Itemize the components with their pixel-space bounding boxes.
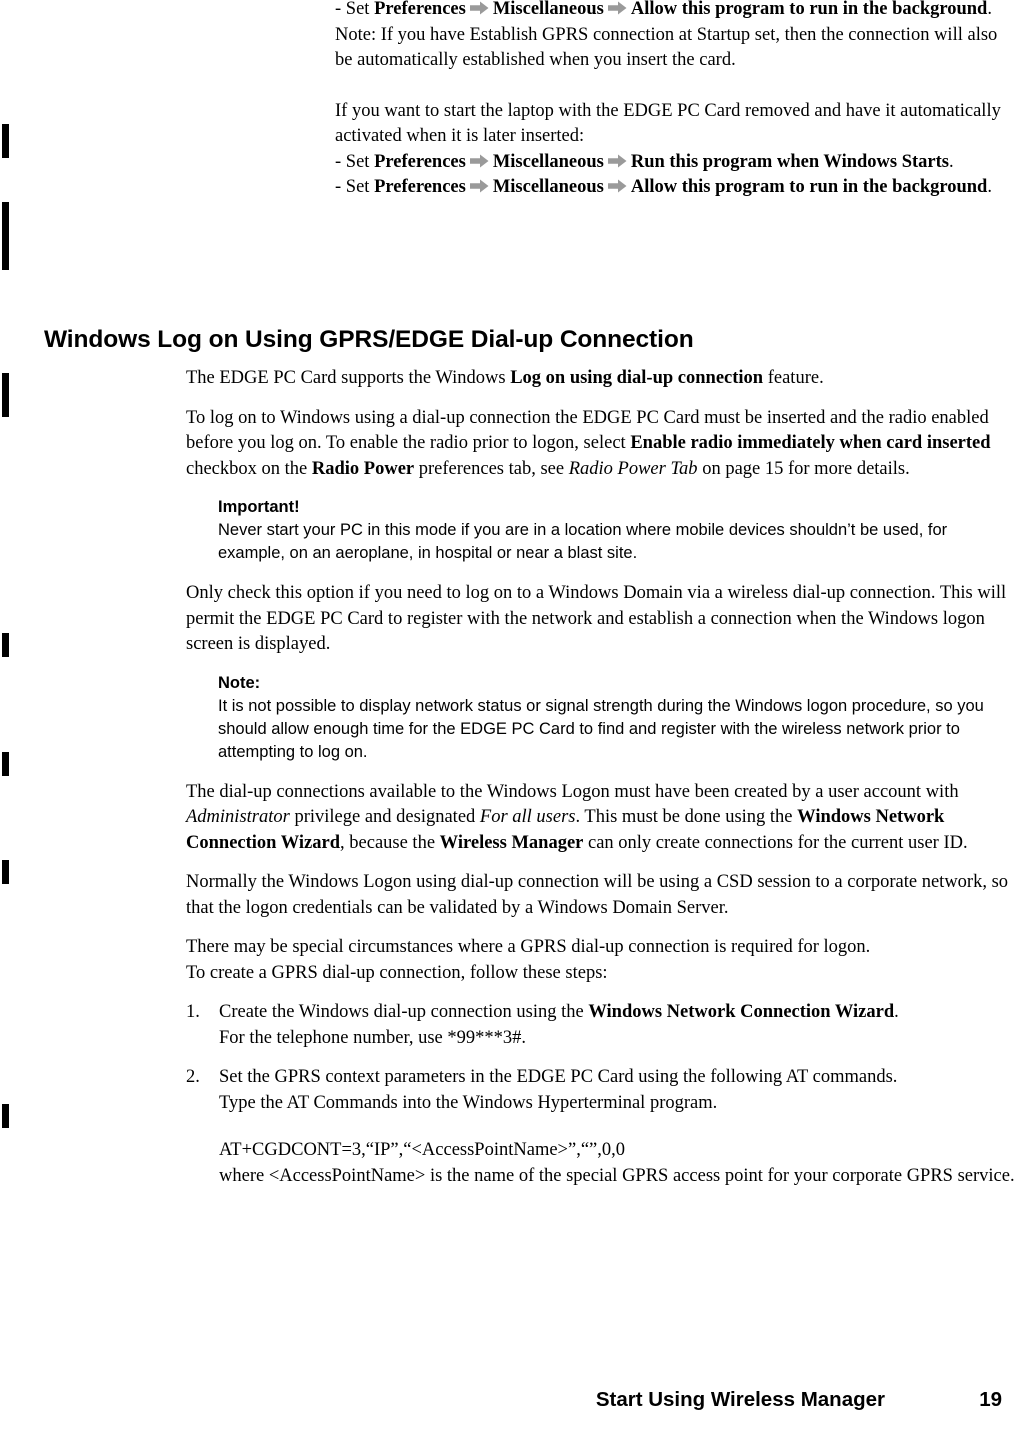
paragraph-supports-feature: The EDGE PC Card supports the Windows Lo… xyxy=(186,366,1016,392)
text-fragment: The dial-up connections available to the… xyxy=(186,781,959,802)
misc-label: Miscellaneous xyxy=(492,177,604,197)
document-page: - Set Preferences Miscellaneous Allow this… xyxy=(0,0,1016,1430)
set-prefix: - Set xyxy=(335,0,375,19)
text-fragment: can only create connections for the curr… xyxy=(583,832,968,853)
text-fragment: privilege and designated xyxy=(289,807,480,827)
misc-label: Miscellaneous xyxy=(492,0,604,19)
intro-para2-lead: If you want to start the laptop with the… xyxy=(335,100,1001,147)
tab-name: Radio Power xyxy=(311,458,415,479)
page-footer: Start Using Wireless Manager 19 xyxy=(0,1382,1016,1412)
intro-setting-line-2: - Set Preferences Miscellaneous Run this p… xyxy=(335,150,1015,176)
period: . xyxy=(949,151,954,172)
right-block-arrow-icon xyxy=(469,1,489,15)
paragraph-special-circumstances-line2: To create a GPRS dial-up connection, fol… xyxy=(186,962,608,983)
change-bar xyxy=(2,373,9,417)
text-fragment: checkbox on the xyxy=(186,458,312,479)
text-fragment: The EDGE PC Card supports the Windows xyxy=(186,368,511,388)
paragraph-enable-radio: To log on to Windows using a dial-up con… xyxy=(186,406,1016,483)
period: . xyxy=(987,0,992,19)
set-prefix: - Set xyxy=(335,151,375,172)
intro-note-line: Note: If you have Establish GPRS connect… xyxy=(335,24,998,71)
paragraph-special-circumstances-line1: There may be special circumstances where… xyxy=(186,937,871,957)
option-label: Allow this program to run in the backgro… xyxy=(630,177,988,197)
privilege-name: Administrator xyxy=(186,807,290,827)
footer-chapter-title: Start Using Wireless Manager xyxy=(595,1388,885,1411)
paragraph-csd-session: Normally the Windows Logon using dial-up… xyxy=(186,872,1009,918)
pref-label: Preferences xyxy=(374,177,466,197)
section-heading: Windows Log on Using GPRS/EDGE Dial-up C… xyxy=(44,326,694,354)
change-bar xyxy=(2,202,9,270)
cross-reference: Radio Power Tab xyxy=(568,458,698,479)
period: . xyxy=(987,177,992,197)
footer-page-number: 19 xyxy=(979,1388,1002,1411)
paragraph-only-check-option: Only check this option if you need to lo… xyxy=(186,583,1007,654)
pref-label: Preferences xyxy=(374,151,466,172)
at-command-line: AT+CGDCONT=3,“IP”,“<AccessPointName>”,“”… xyxy=(219,1140,625,1160)
checkbox-name: Enable radio immediately when card inser… xyxy=(630,433,991,453)
right-block-arrow-icon xyxy=(607,154,627,168)
list-item: 2. Set the GPRS context parameters in th… xyxy=(186,1065,1016,1189)
text-fragment: , because the xyxy=(340,832,440,853)
feature-name: Log on using dial-up connection xyxy=(510,368,764,388)
right-block-arrow-icon xyxy=(469,154,489,168)
app-name: Wireless Manager xyxy=(439,832,584,853)
change-bar xyxy=(2,752,9,776)
intro-block: - Set Preferences Miscellaneous Allow this… xyxy=(335,0,1015,201)
designation-name: For all users xyxy=(479,807,576,827)
right-block-arrow-icon xyxy=(607,179,627,193)
important-callout-text: Never start your PC in this mode if you … xyxy=(218,521,948,562)
change-bar xyxy=(2,1104,9,1128)
paragraph-dialup-connections: The dial-up connections available to the… xyxy=(186,780,1016,857)
text-fragment: preferences tab, see xyxy=(414,458,569,479)
text-fragment: . xyxy=(894,1002,899,1022)
intro-setting-line-1: - Set Preferences Miscellaneous Allow this… xyxy=(335,0,1015,23)
option-label: Run this program when Windows Starts xyxy=(630,151,949,172)
important-callout-title: Important! xyxy=(218,498,300,516)
change-bar xyxy=(2,124,9,158)
text-fragment: Create the Windows dial-up connection us… xyxy=(219,1002,589,1022)
note-callout-title: Note: xyxy=(218,673,261,692)
text-fragment: feature. xyxy=(763,368,824,388)
note-callout: Note: It is not possible to display netw… xyxy=(218,672,1008,764)
right-block-arrow-icon xyxy=(469,179,489,193)
intro-setting-line-3: - Set Preferences Miscellaneous Allow this… xyxy=(335,175,1015,201)
note-callout-text: It is not possible to display network st… xyxy=(218,696,984,761)
misc-label: Miscellaneous xyxy=(492,151,604,172)
step-detail-line: Type the AT Commands into the Windows Hy… xyxy=(219,1092,718,1113)
text-fragment: on page 15 for more details. xyxy=(697,458,910,479)
wizard-name: Windows Network Connection Wizard xyxy=(588,1002,895,1022)
steps-list: 1. Create the Windows dial-up connection… xyxy=(186,1000,1016,1189)
step-detail-line: For the telephone number, use *99***3#. xyxy=(219,1027,527,1048)
change-bar xyxy=(2,860,9,884)
pref-label: Preferences xyxy=(374,0,466,19)
change-bar xyxy=(2,633,9,657)
step-number: 1. xyxy=(186,1002,200,1022)
body-content: The EDGE PC Card supports the Windows Lo… xyxy=(186,366,1016,1203)
list-item: 1. Create the Windows dial-up connection… xyxy=(186,1000,1016,1051)
important-callout: Important! Never start your PC in this m… xyxy=(218,496,1008,565)
text-fragment: . This must be done using the xyxy=(575,807,798,827)
step-number: 2. xyxy=(186,1067,200,1087)
option-label: Allow this program to run in the backgro… xyxy=(630,0,988,19)
right-block-arrow-icon xyxy=(607,1,627,15)
at-command-description: where <AccessPointName> is the name of t… xyxy=(219,1165,1015,1186)
set-prefix: - Set xyxy=(335,177,375,197)
at-command-block: AT+CGDCONT=3,“IP”,“<AccessPointName>”,“”… xyxy=(219,1138,1016,1189)
text-fragment: Set the GPRS context parameters in the E… xyxy=(219,1067,898,1087)
